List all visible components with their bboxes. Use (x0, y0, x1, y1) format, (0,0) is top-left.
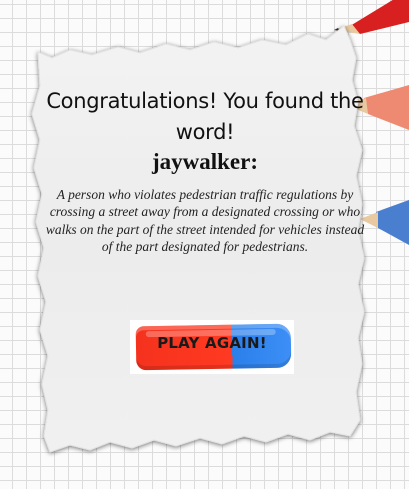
play-again-button[interactable]: PLAY AGAIN! (130, 320, 294, 374)
result-card: Congratulations! You found the word! jay… (0, 0, 409, 489)
play-again-label: PLAY AGAIN! (157, 334, 267, 352)
found-word: jaywalker: (151, 149, 259, 174)
congratulations-heading: Congratulations! You found the word! (46, 89, 364, 144)
card-content: Congratulations! You found the word! jay… (40, 78, 370, 256)
word-definition: A person who violates pedestrian traffic… (45, 187, 365, 255)
